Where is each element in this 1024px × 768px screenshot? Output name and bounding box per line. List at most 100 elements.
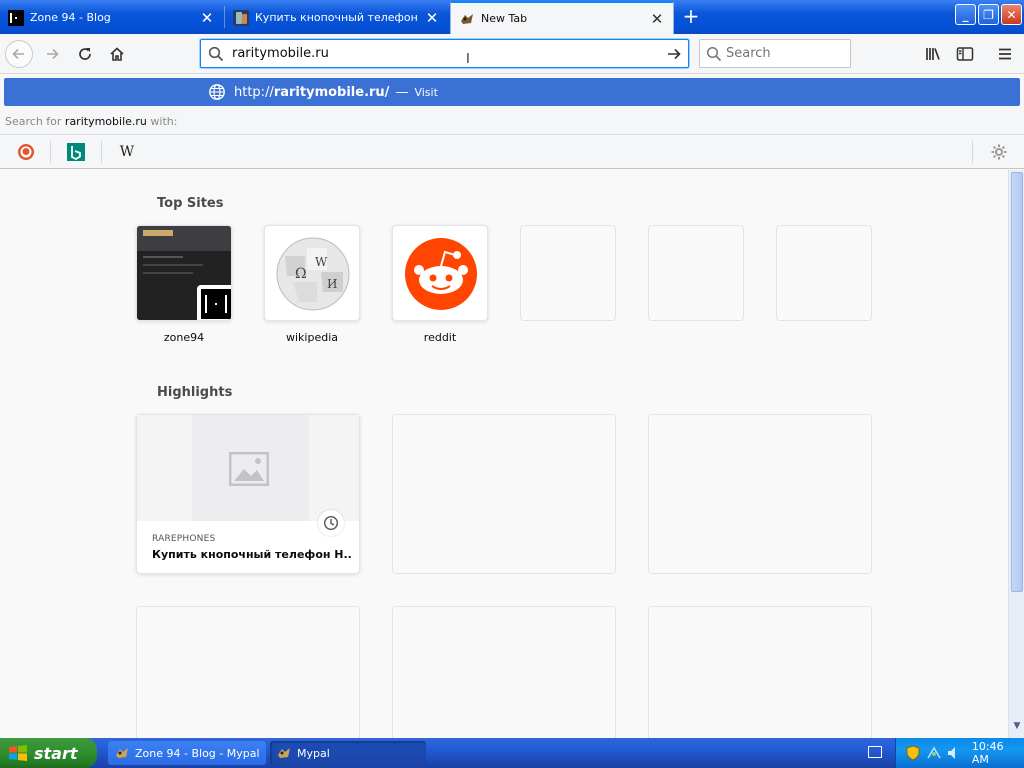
close-tab-icon[interactable]: ✕ xyxy=(649,11,665,27)
svg-text:Ω: Ω xyxy=(295,266,307,282)
window-close-button[interactable]: ✕ xyxy=(1001,4,1022,25)
highlight-thumbnail xyxy=(137,415,359,521)
search-for-prefix: Search for xyxy=(5,115,65,128)
duckduckgo-icon[interactable] xyxy=(16,142,36,162)
mypal-favicon-icon xyxy=(461,13,473,24)
vertical-scrollbar[interactable]: ▼ xyxy=(1008,170,1024,738)
highlight-card-empty xyxy=(648,414,872,574)
scrollbar-thumb[interactable] xyxy=(1011,172,1023,592)
tab-rarephones[interactable]: Купить кнопочный телефон Hor ✕ xyxy=(225,1,448,34)
autocomplete-row-visit[interactable]: http://raritymobile.ru/ — Visit xyxy=(4,78,1020,106)
tab-title: Купить кнопочный телефон Hor xyxy=(255,11,418,24)
network-icon[interactable] xyxy=(926,745,942,761)
top-site-zone94[interactable] xyxy=(136,225,232,321)
home-button[interactable] xyxy=(103,40,131,68)
sidebar-button[interactable] xyxy=(956,45,974,63)
bing-icon[interactable] xyxy=(66,142,86,162)
highlight-title: Купить кнопочный телефон Н... xyxy=(152,548,352,561)
autocomplete-action: Visit xyxy=(414,85,438,99)
engine-separator xyxy=(50,141,51,163)
maximize-button[interactable]: ❐ xyxy=(978,4,999,25)
taskbar-item-zone94[interactable]: Zone 94 - Blog - Mypal xyxy=(108,741,266,765)
svg-text:И: И xyxy=(327,277,337,291)
engine-separator xyxy=(101,141,102,163)
url-bar[interactable]: raritymobile.ru xyxy=(200,39,689,68)
scroll-down-icon[interactable]: ▼ xyxy=(1011,721,1023,735)
rarephones-favicon-icon xyxy=(233,9,249,26)
search-for-suffix: with: xyxy=(146,115,178,128)
top-site-label: reddit xyxy=(423,331,457,344)
reload-button[interactable] xyxy=(71,40,99,68)
text-cursor-icon: I xyxy=(466,52,470,67)
top-site-reddit[interactable] xyxy=(392,225,488,321)
tab-zone94[interactable]: Zone 94 - Blog ✕ xyxy=(0,1,223,34)
highlight-card-empty xyxy=(392,414,616,574)
back-button[interactable] xyxy=(5,40,33,68)
nav-toolbar: raritymobile.ru Search I xyxy=(0,34,1024,74)
taskbar-item-label: Mypal xyxy=(297,746,330,760)
hamburger-menu-icon xyxy=(999,48,1011,60)
reddit-icon xyxy=(405,238,477,310)
autocomplete-url: http://raritymobile.ru/ xyxy=(234,85,389,100)
taskbar-item-mypal[interactable]: Mypal xyxy=(270,741,426,765)
wikipedia-globe-icon: Ω W И xyxy=(276,237,350,311)
top-sites-heading: Top Sites xyxy=(157,196,224,211)
tab-bar: Zone 94 - Blog ✕ Купить кнопочный телефо… xyxy=(0,0,1024,34)
reload-icon xyxy=(79,48,91,60)
sidebar-icon xyxy=(956,47,974,61)
svg-text:W: W xyxy=(315,255,328,269)
mypal-app-icon xyxy=(116,748,128,758)
top-site-empty xyxy=(520,225,616,321)
new-tab-button[interactable]: + xyxy=(680,5,702,27)
top-site-empty xyxy=(776,225,872,321)
system-tray: 10:46 AM xyxy=(895,738,1024,768)
search-icon xyxy=(201,46,231,62)
gear-icon[interactable] xyxy=(989,142,1009,162)
search-engines-bar: W xyxy=(0,134,1024,168)
image-placeholder-icon xyxy=(229,452,269,486)
search-for-term: raritymobile.ru xyxy=(64,115,147,128)
go-arrow-icon[interactable] xyxy=(660,46,688,62)
top-site-label: zone94 xyxy=(163,331,205,344)
clock: 10:46 AM xyxy=(971,740,1004,766)
start-button[interactable]: start xyxy=(0,738,97,768)
taskbar: start Zone 94 - Blog - Mypal Mypal 10:46… xyxy=(0,738,1024,768)
search-bar[interactable]: Search xyxy=(699,39,851,68)
wikipedia-icon[interactable]: W xyxy=(117,142,137,162)
start-label: start xyxy=(34,743,78,763)
highlight-card[interactable]: RAREPHONES Купить кнопочный телефон Н... xyxy=(136,414,360,574)
volume-icon[interactable] xyxy=(946,745,960,761)
tab-title: Zone 94 - Blog xyxy=(30,11,111,24)
search-for-label: Search for raritymobile.ru with: xyxy=(5,115,177,128)
url-input[interactable]: raritymobile.ru xyxy=(231,46,660,61)
autocomplete-dash: — xyxy=(395,84,409,100)
globe-icon xyxy=(209,84,225,100)
highlight-card-empty xyxy=(136,606,360,738)
search-icon xyxy=(706,46,722,61)
new-tab-page: Top Sites zone94 Ω W И wikipedia reddit … xyxy=(8,170,1007,738)
zone94-icon xyxy=(197,285,231,320)
keyboard-icon[interactable] xyxy=(868,746,882,758)
tab-title: New Tab xyxy=(481,12,528,25)
top-site-label: wikipedia xyxy=(285,331,338,344)
highlight-card-empty xyxy=(648,606,872,738)
taskbar-item-label: Zone 94 - Blog - Mypal xyxy=(135,746,260,760)
zone94-favicon-icon xyxy=(8,9,24,26)
clock-icon xyxy=(318,510,344,536)
minimize-button[interactable]: _ xyxy=(955,4,976,25)
top-site-wikipedia[interactable]: Ω W И xyxy=(264,225,360,321)
library-icon xyxy=(926,48,940,60)
engine-separator xyxy=(972,141,973,163)
home-icon xyxy=(110,47,124,61)
close-tab-icon[interactable]: ✕ xyxy=(199,10,215,26)
top-site-empty xyxy=(648,225,744,321)
tab-new-tab[interactable]: New Tab ✕ xyxy=(450,1,674,34)
mypal-app-icon xyxy=(278,748,290,758)
forward-arrow-icon xyxy=(47,48,59,60)
library-button[interactable] xyxy=(925,45,943,63)
menu-button[interactable] xyxy=(996,45,1014,63)
shield-icon[interactable] xyxy=(906,745,920,761)
close-tab-icon[interactable]: ✕ xyxy=(424,10,440,26)
url-prefix: http:// xyxy=(234,84,274,100)
forward-button[interactable] xyxy=(38,40,66,68)
